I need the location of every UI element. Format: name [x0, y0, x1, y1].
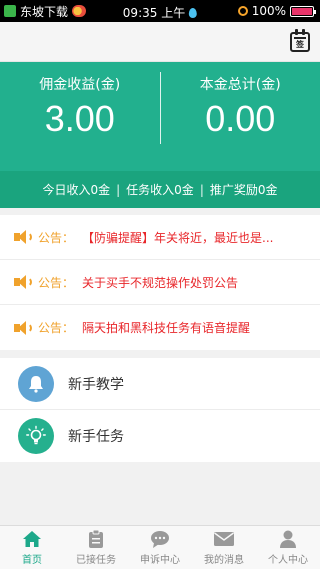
app-icon — [4, 5, 16, 17]
separator: | — [116, 182, 121, 197]
carrier-label: 东坡下载 — [20, 4, 69, 19]
lightbulb-icon — [18, 418, 54, 454]
tab-label: 个人中心 — [268, 555, 308, 566]
tab-profile[interactable]: 个人中心 — [256, 526, 320, 569]
separator: | — [199, 182, 204, 197]
home-icon — [21, 529, 43, 549]
tab-home[interactable]: 首页 — [0, 526, 64, 569]
tab-label: 我的消息 — [204, 555, 244, 566]
bottom-tab-bar: 首页 已接任务 申诉中心 我的消息 个人中心 — [0, 525, 320, 569]
menu-item-label: 新手教学 — [68, 376, 124, 393]
calendar-icon-label: 签 — [296, 40, 304, 49]
principal-panel[interactable]: 本金总计(金) 0.00 — [161, 62, 320, 164]
person-icon — [277, 529, 299, 549]
bell-icon — [18, 365, 54, 402]
today-income: 今日收入0金 — [42, 183, 111, 197]
notice-item[interactable]: 公告： 【防骗提醒】年关将近，最近也是... — [0, 215, 320, 260]
notice-prefix: 公告： — [38, 321, 75, 335]
speaker-icon — [14, 320, 32, 335]
weather-icon — [72, 5, 87, 17]
notice-text: 【防骗提醒】年关将近，最近也是... — [82, 230, 274, 245]
battery-percent: 100% — [251, 4, 286, 18]
menu-list: 新手教学 新手任务 — [0, 358, 320, 462]
notice-prefix: 公告： — [38, 230, 75, 245]
notice-list: 公告： 【防骗提醒】年关将近，最近也是... 公告： 关于买手不规范操作处罚公告… — [0, 215, 320, 350]
mail-icon — [213, 529, 235, 549]
menu-item-tutorial[interactable]: 新手教学 — [0, 358, 320, 410]
tab-appeal-center[interactable]: 申诉中心 — [128, 526, 192, 569]
tab-accepted-tasks[interactable]: 已接任务 — [64, 526, 128, 569]
commission-label: 佣金收益(金) — [39, 77, 121, 93]
calendar-checkin-button[interactable]: 签 — [290, 29, 310, 52]
tab-my-messages[interactable]: 我的消息 — [192, 526, 256, 569]
battery-icon — [290, 5, 316, 17]
notice-prefix: 公告： — [38, 275, 75, 290]
balloon-icon — [189, 7, 198, 18]
earnings-summary: 佣金收益(金) 3.00 本金总计(金) 0.00 今日收入0金 | 任务收入0… — [0, 62, 320, 208]
calendar-ring — [295, 29, 298, 35]
speaker-icon — [14, 230, 32, 244]
notice-item[interactable]: 公告： 关于买手不规范操作处罚公告 — [0, 260, 320, 305]
chat-icon — [149, 529, 171, 549]
tab-label: 申诉中心 — [140, 555, 180, 566]
calendar-ring — [302, 29, 305, 35]
menu-item-newbie-task[interactable]: 新手任务 — [0, 410, 320, 462]
tab-label: 首页 — [22, 555, 42, 566]
status-bar: 东坡下载 09:35 上午 100% — [0, 0, 320, 22]
tab-label: 已接任务 — [76, 555, 116, 566]
signal-icon — [237, 6, 248, 16]
top-bar: 签 — [0, 22, 320, 62]
principal-label: 本金总计(金) — [199, 77, 281, 93]
commission-value: 3.00 — [44, 98, 115, 139]
principal-value: 0.00 — [205, 98, 276, 139]
notice-text: 关于买手不规范操作处罚公告 — [82, 275, 239, 290]
referral-reward: 推广奖励0金 — [209, 183, 278, 197]
notice-text: 隔天拍和黑科技任务有语音提醒 — [82, 321, 251, 335]
notice-item[interactable]: 公告： 隔天拍和黑科技任务有语音提醒 — [0, 305, 320, 350]
clipboard-icon — [85, 529, 107, 549]
clock: 09:35 上午 — [122, 6, 186, 20]
income-breakdown: 今日收入0金 | 任务收入0金 | 推广奖励0金 — [0, 171, 320, 208]
task-income: 任务收入0金 — [126, 183, 194, 197]
menu-item-label: 新手任务 — [68, 429, 124, 445]
commission-panel[interactable]: 佣金收益(金) 3.00 — [0, 62, 160, 164]
speaker-icon — [14, 275, 32, 289]
